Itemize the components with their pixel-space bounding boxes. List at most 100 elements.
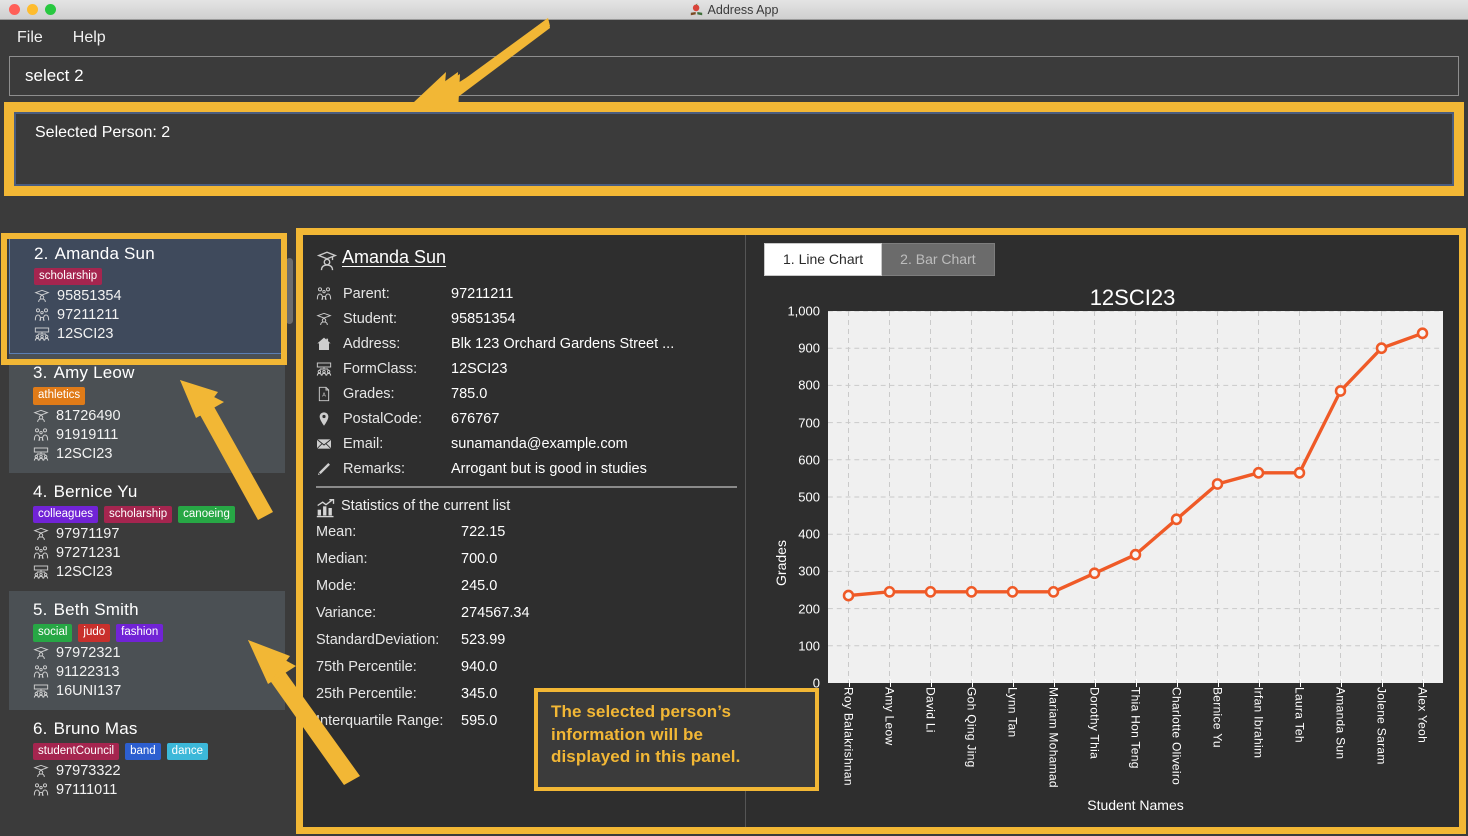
person-tag: fashion xyxy=(116,624,164,642)
detail-label: Email: xyxy=(343,436,384,452)
plot-wrapper: Grades 0 100 200 300 400 500 600 700 800 900 1,000… xyxy=(746,299,1451,827)
statistic-label: Mean: xyxy=(316,524,357,540)
tab-line-chart[interactable]: 1. Line Chart xyxy=(764,243,883,276)
person-name-line: 3. Amy Leow xyxy=(33,363,285,383)
person-student-number: 95851354 xyxy=(57,288,122,305)
person-parent-row: 91122313 xyxy=(33,664,285,680)
person-list-panel[interactable]: 2. Amanda Sun scholarship 95851354 97211211 1… xyxy=(0,228,294,836)
student-icon xyxy=(34,288,50,304)
callout-line-2: information will be xyxy=(551,724,704,744)
x-tick-mark xyxy=(1422,679,1424,687)
person-tag-list: scholarship xyxy=(34,268,284,286)
y-tick-label: 100 xyxy=(798,638,820,654)
info-panel-highlight: Amanda Sun Parent: 97211211 Student: 958513… xyxy=(296,228,1466,834)
x-tick-label: Thia Hon Teng xyxy=(1128,687,1143,769)
person-parent-number: 91122313 xyxy=(56,663,120,680)
detail-label: Grades: xyxy=(343,386,395,402)
person-list-item[interactable]: 4. Bernice Yu colleagues scholarship canoein… xyxy=(9,472,285,592)
statistic-label: Median: xyxy=(316,551,368,567)
person-parent-number: 91919111 xyxy=(56,426,119,443)
person-name: Beth Smith xyxy=(53,600,139,620)
person-name: Amanda Sun xyxy=(54,244,155,263)
detail-value: sunamanda@example.com xyxy=(451,436,628,452)
person-list-scrollbar[interactable] xyxy=(286,258,293,324)
detail-row: Remarks: Arrogant but is good in studies xyxy=(316,461,745,477)
person-list-item[interactable]: 6. Bruno Mas studentCouncil band dance 979733… xyxy=(9,709,285,809)
statistic-label: 75th Percentile: xyxy=(316,659,417,675)
menu-file[interactable]: File xyxy=(17,29,43,47)
y-tick-label: 1,000 xyxy=(787,303,820,319)
pencil-icon xyxy=(316,461,332,477)
app-icon xyxy=(690,3,703,16)
person-index: 2. xyxy=(34,244,49,263)
envelope-icon xyxy=(316,436,332,452)
window-title: Address App xyxy=(707,2,779,17)
detail-value: 12SCI23 xyxy=(451,361,508,377)
pin-icon xyxy=(316,411,332,427)
detail-value: 95851354 xyxy=(451,311,516,327)
detail-value: Arrogant but is good in studies xyxy=(451,461,647,477)
person-student-row: 97972321 xyxy=(33,645,285,661)
student-icon xyxy=(316,311,332,327)
person-student-number: 97971197 xyxy=(56,526,120,543)
person-list-item[interactable]: 5. Beth Smith social judo fashion 97972321 911… xyxy=(9,591,285,710)
person-parent-row: 91919111 xyxy=(33,427,285,443)
y-tick-label: 200 xyxy=(798,601,820,617)
statistic-row: Mode: 245.0 xyxy=(316,578,745,594)
x-tick-mark xyxy=(1094,679,1096,687)
person-parent-number: 97111011 xyxy=(56,781,118,798)
statistic-value: 523.99 xyxy=(461,632,506,648)
detail-row: PostalCode: 676767 xyxy=(316,411,745,427)
parents-icon xyxy=(33,782,49,798)
person-class-row: 12SCI23 xyxy=(33,564,285,580)
person-tag: social xyxy=(33,624,73,642)
detail-label: FormClass: xyxy=(343,361,418,377)
detail-label: PostalCode: xyxy=(343,411,422,427)
class-icon xyxy=(316,361,332,377)
x-tick-label: Goh Qing Jing xyxy=(964,687,979,768)
detail-row: A Grades: 785.0 xyxy=(316,386,745,402)
statistic-value: 700.0 xyxy=(461,551,498,567)
person-student-number: 81726490 xyxy=(56,407,121,424)
person-parent-row: 97271231 xyxy=(33,545,285,561)
details-header: Amanda Sun xyxy=(316,247,745,270)
x-tick-mark xyxy=(1012,679,1014,687)
details-field-list: Parent: 97211211 Student: 95851354 Address: B… xyxy=(316,286,745,477)
menu-bar: File Help xyxy=(0,20,1468,56)
person-index: 3. xyxy=(33,363,48,383)
x-tick-label: Lynn Tan xyxy=(1005,687,1020,738)
person-name-line: 2. Amanda Sun xyxy=(34,244,284,264)
person-list: 2. Amanda Sun scholarship 95851354 97211211 1… xyxy=(9,234,285,809)
window-titlebar: Address App xyxy=(0,0,1468,20)
details-person-name[interactable]: Amanda Sun xyxy=(342,247,446,268)
x-tick-mark xyxy=(889,679,891,687)
statistic-value: 722.15 xyxy=(461,524,506,540)
person-parent-row: 97211211 xyxy=(34,307,284,323)
person-parent-number: 97211211 xyxy=(57,307,120,324)
command-input[interactable]: select 2 xyxy=(9,56,1459,96)
person-index: 6. xyxy=(33,718,48,738)
x-tick-label: Dorothy Thia xyxy=(1087,687,1102,760)
chart-tabs: 1. Line Chart 2. Bar Chart xyxy=(764,243,1459,276)
person-list-item[interactable]: 3. Amy Leow athletics 81726490 91919111 12SCI… xyxy=(9,354,285,473)
person-tag: scholarship xyxy=(103,505,173,524)
chart-panel: 1. Line Chart 2. Bar Chart 12SCI23 Grade… xyxy=(746,235,1459,827)
statistic-row: Mean: 722.15 xyxy=(316,524,745,540)
statistic-label: StandardDeviation: xyxy=(316,632,440,648)
person-tag-list: athletics xyxy=(33,387,285,405)
chart-x-axis-ticks: Roy Balakrishnan Amy Leow David Li Goh Qing… xyxy=(828,679,1443,797)
result-panel-highlight: Selected Person: 2 xyxy=(4,102,1464,196)
x-tick-mark xyxy=(1053,679,1055,687)
person-name-line: 4. Bernice Yu xyxy=(33,482,285,502)
x-tick-mark xyxy=(971,679,973,687)
person-list-item[interactable]: 2. Amanda Sun scholarship 95851354 97211211 1… xyxy=(9,234,285,355)
student-icon xyxy=(33,763,49,779)
chart-plot-area[interactable] xyxy=(828,310,1443,683)
detail-value: 785.0 xyxy=(451,386,488,402)
menu-help[interactable]: Help xyxy=(73,29,106,47)
statistic-label: Mode: xyxy=(316,578,357,594)
x-tick-label: Alex Yeoh xyxy=(1415,687,1430,744)
person-tag-list: colleagues scholarship canoeing xyxy=(33,505,285,524)
person-class-row: 16UNI137 xyxy=(33,683,285,699)
tab-bar-chart[interactable]: 2. Bar Chart xyxy=(882,243,995,276)
